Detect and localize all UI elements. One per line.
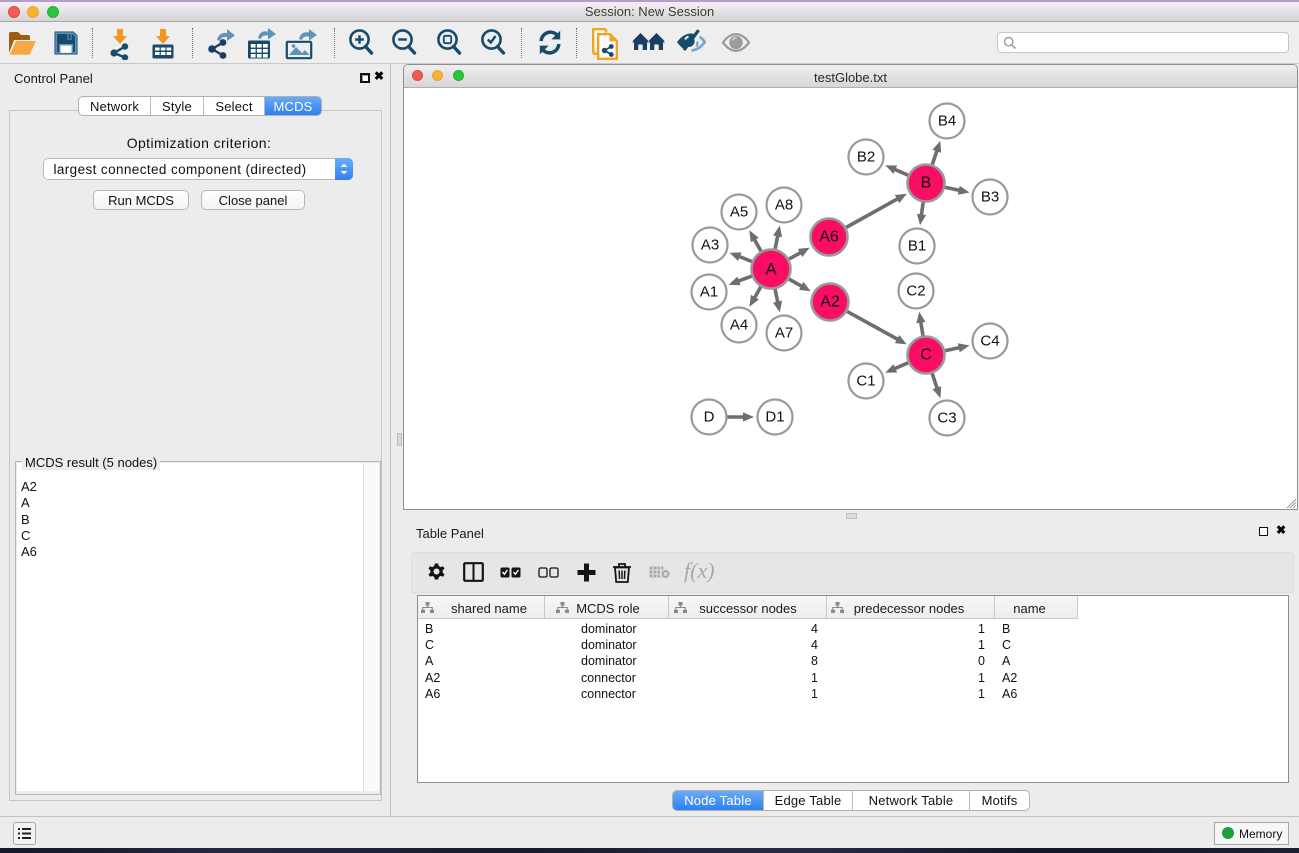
svg-text:B: B — [921, 175, 932, 192]
svg-text:C2: C2 — [906, 283, 925, 300]
svg-text:B2: B2 — [857, 149, 875, 166]
svg-text:A3: A3 — [701, 237, 719, 254]
svg-text:A5: A5 — [730, 204, 748, 221]
svg-text:C1: C1 — [856, 373, 875, 390]
svg-text:A2: A2 — [820, 294, 840, 311]
svg-text:A4: A4 — [730, 317, 748, 334]
svg-text:A7: A7 — [775, 325, 793, 342]
svg-text:B3: B3 — [981, 189, 999, 206]
svg-text:C4: C4 — [980, 333, 999, 350]
svg-text:B4: B4 — [938, 113, 956, 130]
svg-text:D1: D1 — [765, 409, 784, 426]
svg-text:A8: A8 — [775, 197, 793, 214]
svg-text:B1: B1 — [908, 238, 926, 255]
svg-text:C: C — [920, 347, 932, 364]
svg-text:C3: C3 — [937, 410, 956, 427]
svg-text:A1: A1 — [700, 284, 718, 301]
svg-text:D: D — [704, 409, 715, 426]
svg-text:A6: A6 — [819, 229, 839, 246]
svg-text:A: A — [765, 260, 777, 279]
